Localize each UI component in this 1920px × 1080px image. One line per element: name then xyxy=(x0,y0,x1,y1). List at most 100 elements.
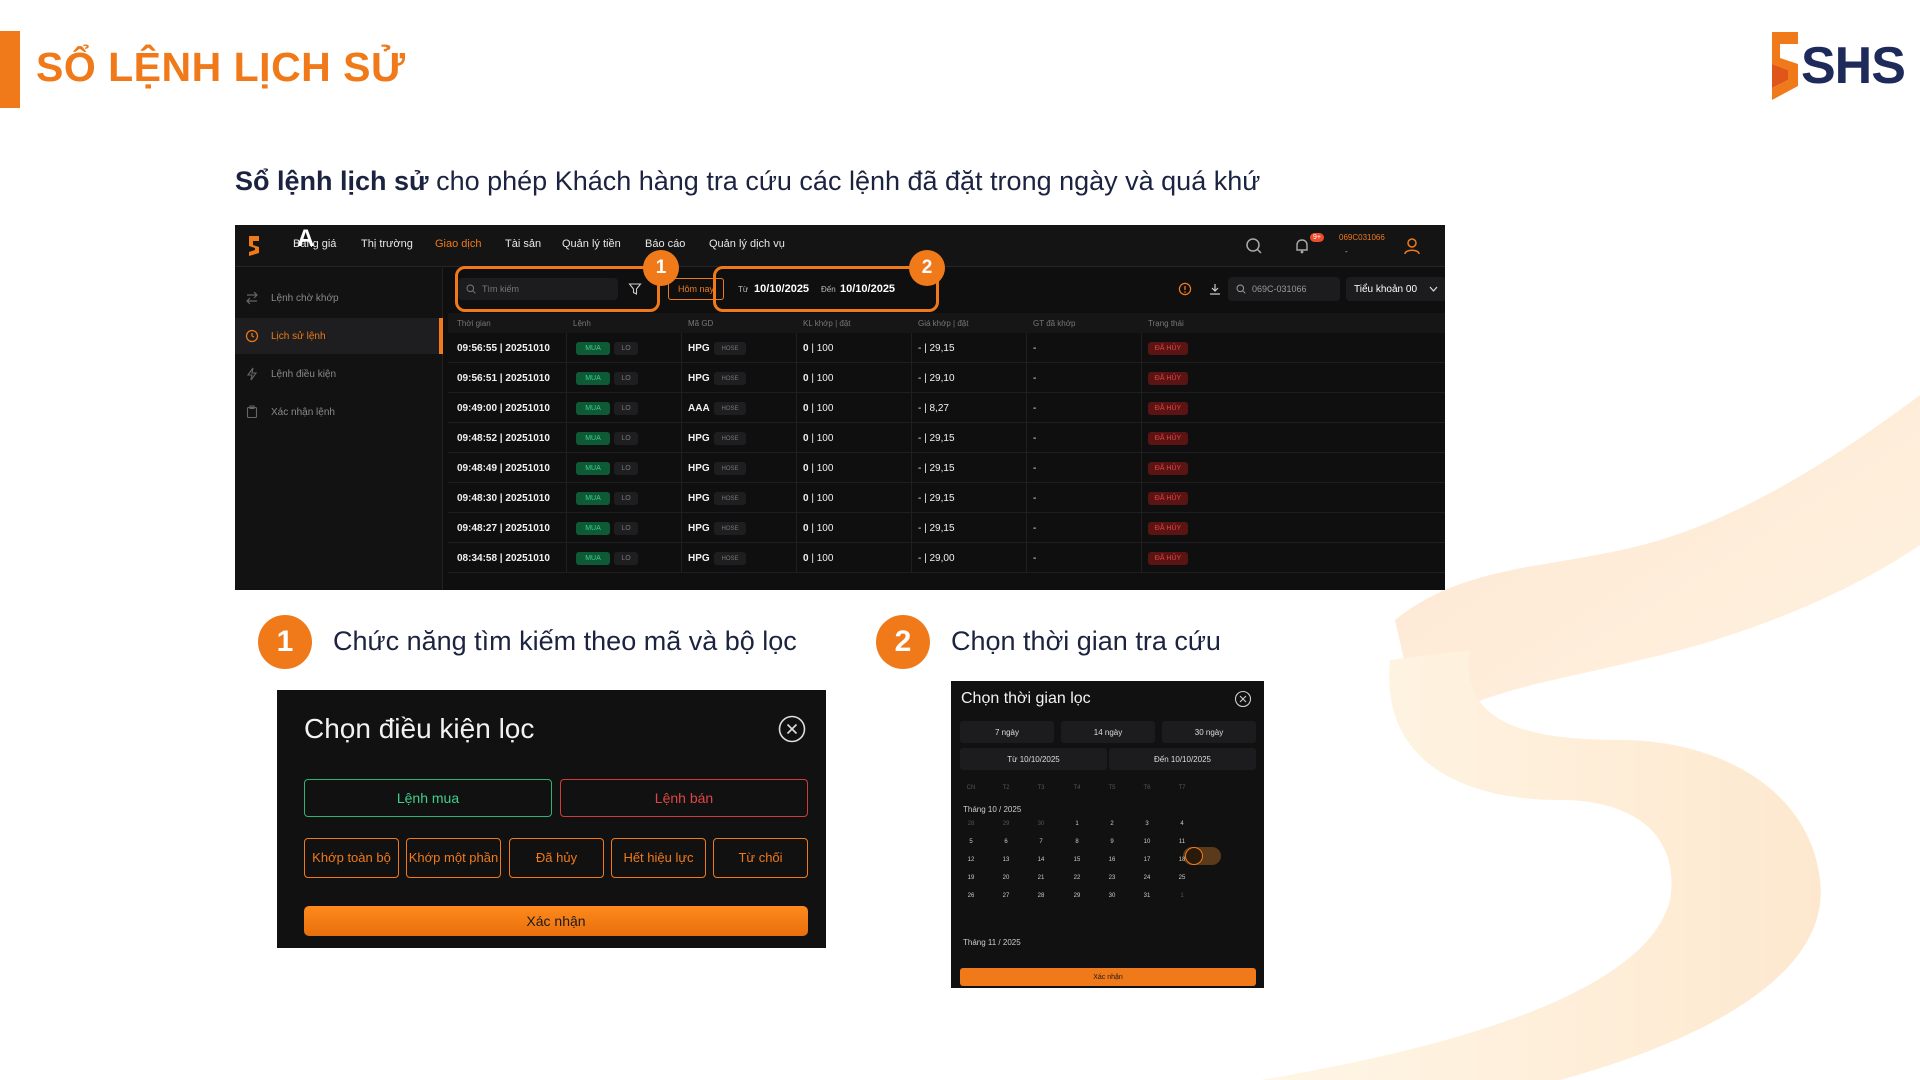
calendar-day[interactable]: 3 xyxy=(1137,821,1157,827)
calendar-day[interactable]: 5 xyxy=(961,839,981,845)
sidebar-item-conditional-orders[interactable]: Lệnh điều kiện xyxy=(235,356,443,392)
user-icon[interactable] xyxy=(1403,237,1421,255)
calendar-day[interactable]: 10 xyxy=(1137,839,1157,845)
symbol: HPG xyxy=(688,553,710,564)
order-time: 09:48:30 | 20251010 xyxy=(457,493,550,504)
calendar-day[interactable]: 2 xyxy=(1102,821,1122,827)
matched-value: - xyxy=(1033,493,1037,504)
close-icon[interactable] xyxy=(1234,690,1252,708)
column-divider xyxy=(566,513,567,543)
calendar-day[interactable]: 31 xyxy=(1137,893,1157,899)
table-row[interactable]: 09:48:52 | 20251010 MUA LO HPG HOSE 0 | 100 - … xyxy=(448,423,1445,453)
calendar-day[interactable]: 1 xyxy=(1067,821,1087,827)
column-header: Thời gian xyxy=(457,319,491,328)
column-header: Giá khớp | đặt xyxy=(918,319,969,328)
calendar-day[interactable]: 17 xyxy=(1137,857,1157,863)
order-history-screenshot: Bảng giá Thị trường Giao dịch Tài sản Qu… xyxy=(235,225,1445,590)
rejected-button[interactable]: Từ chối xyxy=(713,838,808,878)
calendar-day[interactable]: 23 xyxy=(1102,875,1122,881)
fully-matched-button[interactable]: Khớp toàn bộ xyxy=(304,838,399,878)
calendar-day[interactable]: 29 xyxy=(996,821,1016,827)
calendar-day[interactable]: 16 xyxy=(1102,857,1122,863)
table-row[interactable]: 09:48:30 | 20251010 MUA LO HPG HOSE 0 | 100 - … xyxy=(448,483,1445,513)
date-confirm-button[interactable]: Xác nhận xyxy=(960,968,1256,986)
side-badge: MUA xyxy=(576,432,610,445)
from-date-field[interactable]: Từ 10/10/2025 xyxy=(960,748,1107,770)
nav-thi-truong[interactable]: Thị trường xyxy=(361,238,413,250)
status-badge: ĐÃ HỦY xyxy=(1148,552,1188,565)
order-time: 09:49:00 | 20251010 xyxy=(457,403,550,414)
calendar-day[interactable]: 22 xyxy=(1067,875,1087,881)
calendar-day[interactable]: 14 xyxy=(1031,857,1051,863)
calendar-day[interactable]: 27 xyxy=(996,893,1016,899)
calendar-day[interactable]: 11 xyxy=(1172,839,1192,845)
to-date-field[interactable]: Đến 10/10/2025 xyxy=(1109,748,1256,770)
calendar-day[interactable]: 13 xyxy=(996,857,1016,863)
close-icon[interactable] xyxy=(777,714,807,744)
nav-quan-ly-tien[interactable]: Quản lý tiền xyxy=(562,238,621,250)
info-icon[interactable] xyxy=(1178,282,1192,296)
calendar-day[interactable]: 29 xyxy=(1067,893,1087,899)
matched-value: - xyxy=(1033,343,1037,354)
column-divider xyxy=(681,513,682,543)
quick-7-days-button[interactable]: 7 ngày xyxy=(960,721,1054,743)
price: - | 29,15 xyxy=(918,463,955,474)
calendar-day[interactable]: 26 xyxy=(961,893,981,899)
ordered-qty: | 100 xyxy=(808,403,834,414)
download-icon[interactable] xyxy=(1208,282,1222,296)
sidebar-item-order-history[interactable]: Lịch sử lệnh xyxy=(235,318,443,354)
exchange-badge: HOSE xyxy=(714,462,746,475)
table-row[interactable]: 09:48:27 | 20251010 MUA LO HPG HOSE 0 | 100 - … xyxy=(448,513,1445,543)
calendar-day[interactable]: 25 xyxy=(1172,875,1192,881)
cancelled-button[interactable]: Đã hủy xyxy=(509,838,604,878)
calendar-day[interactable]: 7 xyxy=(1031,839,1051,845)
sub-account-select[interactable]: Tiểu khoản 00 xyxy=(1346,277,1445,301)
notification-badge: 9+ xyxy=(1310,233,1324,242)
sidebar-item-pending-orders[interactable]: Lệnh chờ khớp xyxy=(235,280,443,316)
nav-giao-dich[interactable]: Giao dịch xyxy=(435,238,481,250)
calendar-day[interactable]: 24 xyxy=(1137,875,1157,881)
table-row[interactable]: 09:48:49 | 20251010 MUA LO HPG HOSE 0 | 100 - … xyxy=(448,453,1445,483)
matched-qty: 0 | 100 xyxy=(803,403,833,414)
table-row[interactable]: 09:56:51 | 20251010 MUA LO HPG HOSE 0 | 100 - … xyxy=(448,363,1445,393)
calendar-day[interactable]: 30 xyxy=(1102,893,1122,899)
calendar-day[interactable]: 12 xyxy=(961,857,981,863)
exchange-badge: HOSE xyxy=(714,552,746,565)
search-icon[interactable] xyxy=(1245,237,1263,255)
confirm-button[interactable]: Xác nhận xyxy=(304,906,808,936)
partially-matched-button[interactable]: Khớp một phần xyxy=(406,838,501,878)
price: - | 29,00 xyxy=(918,553,955,564)
expired-button[interactable]: Hết hiệu lực xyxy=(611,838,706,878)
buy-orders-button[interactable]: Lệnh mua xyxy=(304,779,552,817)
calendar-day[interactable]: 30 xyxy=(1031,821,1051,827)
calendar-day[interactable]: 1 xyxy=(1172,893,1192,899)
account-search-input[interactable]: 069C-031066 xyxy=(1228,277,1340,301)
table-row[interactable]: 08:34:58 | 20251010 MUA LO HPG HOSE 0 | 100 - … xyxy=(448,543,1445,573)
calendar-day[interactable]: 6 xyxy=(996,839,1016,845)
nav-bao-cao[interactable]: Báo cáo xyxy=(645,238,685,250)
quick-14-days-button[interactable]: 14 ngày xyxy=(1061,721,1155,743)
symbol: HPG xyxy=(688,493,710,504)
table-row[interactable]: 09:56:55 | 20251010 MUA LO HPG HOSE 0 | 100 - … xyxy=(448,333,1445,363)
swap-icon xyxy=(246,291,258,305)
calendar-day[interactable]: 4 xyxy=(1172,821,1192,827)
quick-30-days-button[interactable]: 30 ngày xyxy=(1162,721,1256,743)
calendar-day[interactable]: 15 xyxy=(1067,857,1087,863)
calendar-day[interactable]: 8 xyxy=(1067,839,1087,845)
column-divider xyxy=(1141,453,1142,483)
nav-tai-san[interactable]: Tài sản xyxy=(505,238,541,250)
calendar-day[interactable]: 9 xyxy=(1102,839,1122,845)
sell-orders-button[interactable]: Lệnh bán xyxy=(560,779,808,817)
calendar-day[interactable]: 19 xyxy=(961,875,981,881)
sidebar-item-confirm-orders[interactable]: Xác nhận lệnh xyxy=(235,394,443,430)
table-row[interactable]: 09:49:00 | 20251010 MUA LO AAA HOSE 0 | 100 - … xyxy=(448,393,1445,423)
ordered-qty: | 100 xyxy=(808,553,834,564)
nav-quan-ly-dich-vu[interactable]: Quản lý dịch vụ xyxy=(709,238,785,250)
column-header: Trạng thái xyxy=(1148,319,1184,328)
calendar-day[interactable]: 20 xyxy=(996,875,1016,881)
bell-icon[interactable] xyxy=(1293,237,1311,255)
calendar-day[interactable]: 28 xyxy=(961,821,981,827)
calendar-day[interactable]: 28 xyxy=(1031,893,1051,899)
calendar-day[interactable]: 21 xyxy=(1031,875,1051,881)
calendar-day[interactable]: 18 xyxy=(1172,857,1192,863)
